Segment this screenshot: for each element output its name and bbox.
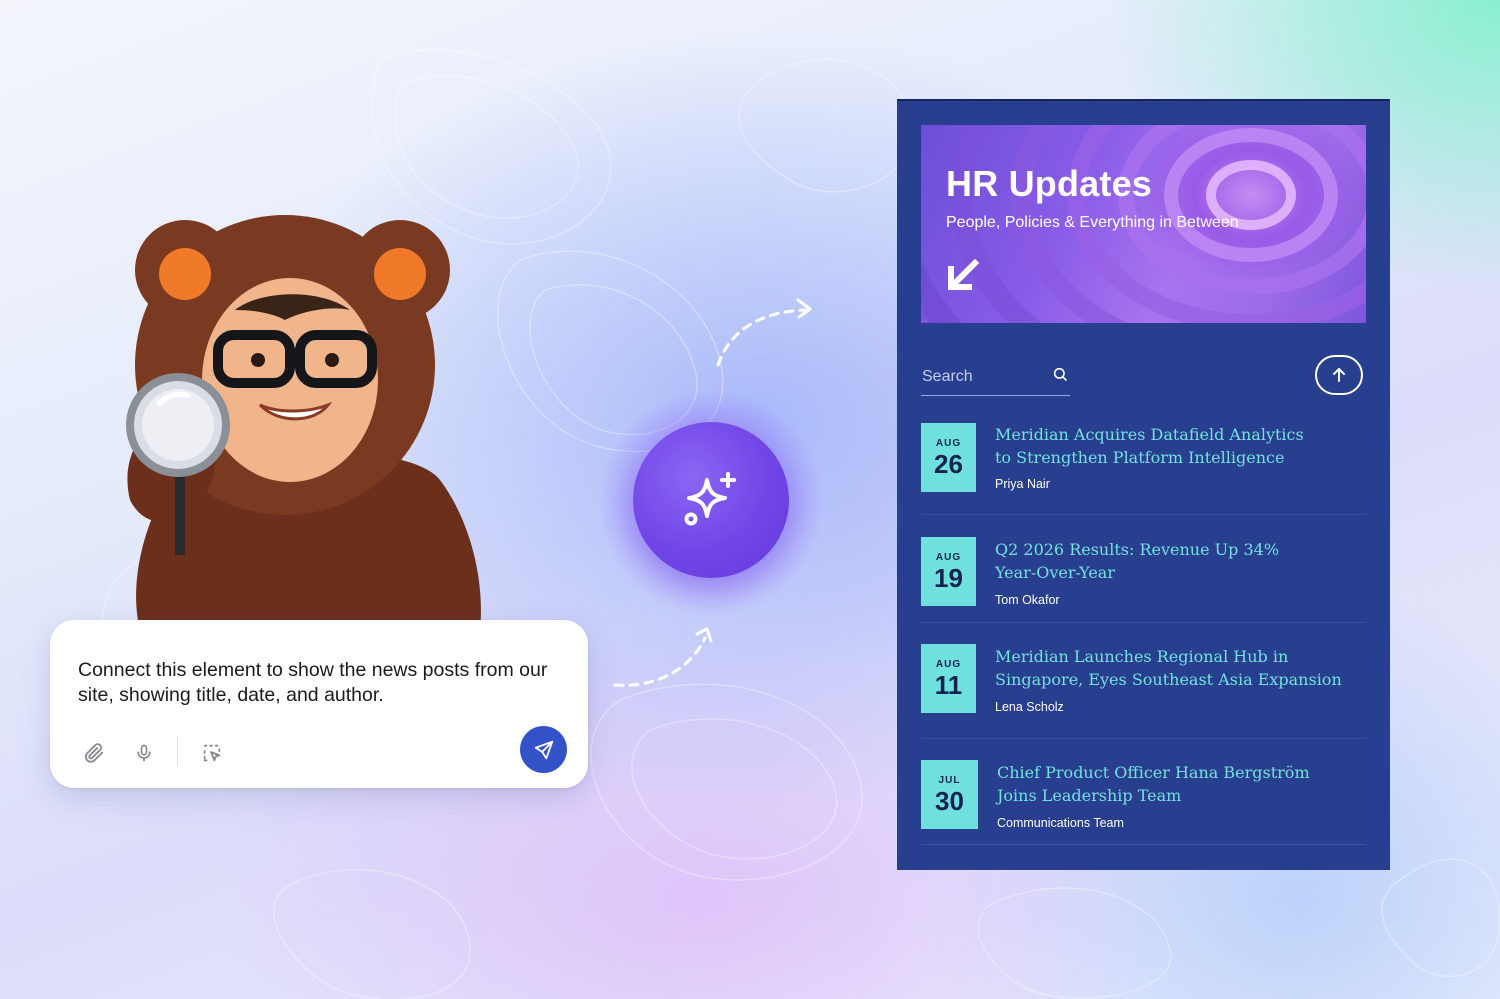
toolbar-divider [177,736,178,766]
date-badge: AUG 11 [921,644,976,713]
search-input[interactable] [921,365,1043,389]
dashed-arrow-top [716,298,812,367]
date-month: AUG [935,552,962,563]
microphone-icon[interactable] [127,736,161,770]
post-author: Tom Okafor [995,593,1060,607]
arrow-up-icon [1333,368,1345,382]
post-title-line: Chief Product Officer Hana Bergström [997,763,1310,782]
post-title-line: Meridian Launches Regional Hub in [995,647,1289,666]
post-divider [921,844,1366,845]
post-title-line: Joins Leadership Team [997,786,1182,805]
date-day: 19 [934,563,963,593]
paperclip-icon[interactable] [77,736,111,770]
hero-title: HR Updates [946,163,1153,204]
date-day: 30 [935,786,964,816]
post-author: Priya Nair [995,477,1050,491]
post-divider [921,738,1366,739]
arrow-down-left-icon [948,258,980,290]
post-title-line: Meridian Acquires Datafield Analytics [995,425,1304,444]
date-badge: JUL 30 [921,760,978,829]
post-title-line: Q2 2026 Results: Revenue Up 34% [995,540,1280,559]
ai-orb-button[interactable] [633,422,789,578]
post-title-line: Year-Over-Year [995,563,1115,582]
date-month: AUG [935,659,962,670]
prompt-text[interactable]: Connect this element to show the news po… [78,658,558,708]
date-badge: AUG 19 [921,537,976,606]
send-icon [534,740,553,759]
post-title-line: Singapore, Eyes Southeast Asia Expansion [995,670,1342,689]
send-button[interactable] [520,726,567,773]
post-author: Lena Scholz [995,700,1064,714]
news-panel: HR Updates People, Policies & Everything… [897,99,1390,870]
post-divider [921,514,1366,515]
date-day: 26 [934,449,963,479]
date-badge: AUG 26 [921,423,976,492]
sparkles-icon [684,472,736,526]
hero-banner: HR Updates People, Policies & Everything… [921,125,1366,323]
post-title[interactable]: Q2 2026 Results: Revenue Up 34% Year-Ove… [995,538,1355,584]
post-author: Communications Team [997,816,1124,830]
post-title[interactable]: Meridian Launches Regional Hub in Singap… [995,645,1355,691]
canvas: Connect this element to show the news po… [0,0,1500,999]
dashed-arrow-bottom [613,627,713,687]
search-icon[interactable] [1052,366,1068,382]
post-title[interactable]: Meridian Acquires Datafield Analytics to… [995,423,1355,469]
date-day: 11 [934,670,963,700]
prompt-card: Connect this element to show the news po… [50,620,588,788]
search-bar [921,361,1070,396]
date-month: AUG [935,438,962,449]
post-divider [921,622,1366,623]
hero-subtitle: People, Policies & Everything in Between [946,214,1239,231]
date-month: JUL [938,775,961,786]
post-title-line: to Strengthen Platform Intelligence [995,448,1285,467]
mascot-illustration [126,215,481,630]
post-title[interactable]: Chief Product Officer Hana Bergström Joi… [997,761,1357,807]
scroll-up-button[interactable] [1315,355,1363,395]
select-area-icon[interactable] [195,736,229,770]
